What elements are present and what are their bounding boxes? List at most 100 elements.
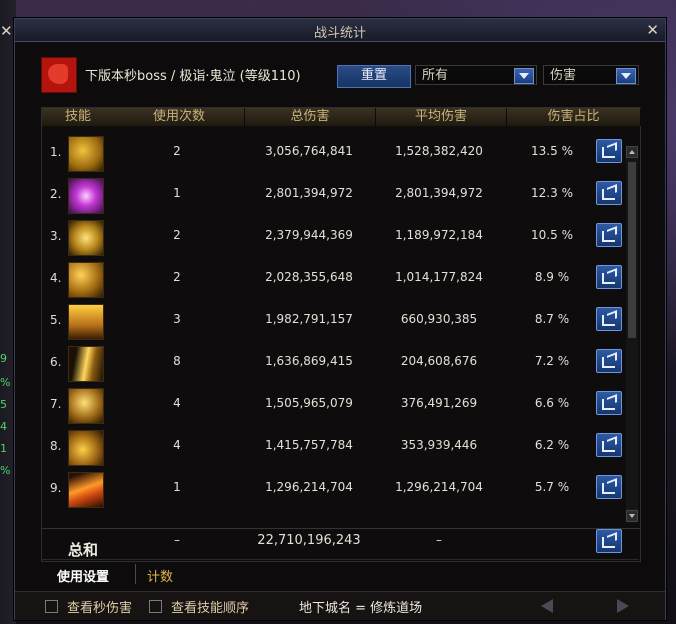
table-scrollbar[interactable] [626, 146, 638, 522]
close-icon[interactable]: ✕ [646, 21, 659, 39]
row-number: 6. [50, 355, 62, 369]
title-bar[interactable]: 战斗统计 ✕ [15, 19, 665, 42]
divider [135, 564, 136, 584]
uses-value: 4 [173, 438, 181, 452]
uses-value: 8 [173, 354, 181, 368]
share-icon[interactable] [596, 265, 622, 289]
avg-damage-value: 1,528,382,420 [395, 144, 483, 158]
metric-select[interactable]: 伤害 [543, 65, 639, 85]
avg-damage-value: 660,930,385 [400, 312, 478, 326]
damage-share-value: 8.9 % [534, 270, 570, 284]
side-value: % [0, 464, 11, 477]
total-damage-value: 1,415,757,784 [265, 438, 353, 452]
skill-icon [68, 262, 104, 298]
share-icon[interactable] [596, 139, 622, 163]
dungeon-name: 地下城名 = 修炼道场 [299, 601, 423, 616]
avg-damage-value: 2,801,394,972 [395, 186, 483, 200]
share-icon[interactable] [596, 223, 622, 247]
checkbox-dps-label[interactable]: 查看秒伤害 [67, 597, 132, 616]
uses-value: 2 [173, 228, 181, 242]
total-damage-value: 2,379,944,369 [265, 228, 353, 242]
total-damage-value: 3,056,764,841 [265, 144, 353, 158]
uses-value: 4 [173, 396, 181, 410]
table-row: 4. 2 2,028,355,648 1,014,177,824 8.9 % [42, 257, 634, 299]
total-label: 总和 [68, 541, 99, 559]
row-number: 2. [50, 187, 62, 201]
damage-share-value: 12.3 % [531, 186, 573, 200]
share-icon[interactable] [596, 391, 622, 415]
header-total-damage[interactable]: 总伤害 [245, 108, 376, 126]
damage-share-value: 6.2 % [534, 438, 570, 452]
chevron-down-icon[interactable] [616, 68, 636, 84]
table-row: 6. 8 1,636,869,415 204,608,676 7.2 % [42, 341, 634, 383]
damage-share-value: 13.5 % [531, 144, 573, 158]
total-damage-value: 1,505,965,079 [265, 396, 353, 410]
row-number: 9. [50, 481, 62, 495]
side-value: 9 [0, 352, 7, 365]
window-title: 战斗统计 [313, 26, 366, 41]
skill-icon [68, 430, 104, 466]
uses-value: 1 [173, 480, 181, 494]
skill-icon [68, 304, 104, 340]
avg-damage-value: 204,608,676 [400, 354, 478, 368]
side-value: 4 [0, 420, 7, 433]
table-row: 5. 3 1,982,791,157 660,930,385 8.7 % [42, 299, 634, 341]
share-icon[interactable] [596, 307, 622, 331]
total-damage-value: 2,028,355,648 [265, 270, 353, 284]
skill-icon [68, 346, 104, 382]
scroll-down-icon[interactable] [626, 510, 638, 522]
bottom-tabs: 使用设置 计数 [41, 559, 639, 588]
share-icon[interactable] [596, 181, 622, 205]
share-icon[interactable] [596, 529, 622, 553]
row-number: 3. [50, 229, 62, 243]
close-icon[interactable]: ✕ [0, 22, 13, 40]
total-avg-value: – [436, 533, 442, 547]
reset-button[interactable]: 重置 [337, 65, 411, 88]
total-uses-value: – [174, 533, 180, 547]
header-skill[interactable]: 技能 [42, 108, 115, 126]
row-number: 7. [50, 397, 62, 411]
table-row: 7. 4 1,505,965,079 376,491,269 6.6 % [42, 383, 634, 425]
damage-share-value: 10.5 % [531, 228, 573, 242]
uses-value: 2 [173, 144, 181, 158]
side-value: 5 [0, 398, 7, 411]
uses-value: 3 [173, 312, 181, 326]
arrow-left-icon[interactable] [541, 599, 553, 613]
avg-damage-value: 376,491,269 [400, 396, 478, 410]
arrow-right-icon[interactable] [617, 599, 629, 613]
checkbox-dps[interactable] [45, 600, 58, 613]
table-row: 9. 1 1,296,214,704 1,296,214,704 5.7 % [42, 467, 634, 509]
combat-stats-window: 战斗统计 ✕ 下版本秒boss / 极诣·鬼泣 (等级110) 重置 所有 伤害… [14, 18, 666, 620]
total-damage-value: 1,982,791,157 [265, 312, 353, 326]
filter-select[interactable]: 所有 [415, 65, 537, 85]
side-value: 1 [0, 442, 7, 455]
filter-select-value: 所有 [422, 68, 449, 83]
checkbox-skill-order[interactable] [149, 600, 162, 613]
share-icon[interactable] [596, 349, 622, 373]
damage-share-value: 5.7 % [534, 480, 570, 494]
skill-icon [68, 388, 104, 424]
tab-count[interactable]: 计数 [147, 566, 173, 585]
checkbox-skill-order-label[interactable]: 查看技能顺序 [171, 597, 249, 616]
skill-icon [68, 472, 104, 508]
table-row: 8. 4 1,415,757,784 353,939,446 6.2 % [42, 425, 634, 467]
share-icon[interactable] [596, 433, 622, 457]
grand-total-damage-value: 22,710,196,243 [257, 533, 361, 548]
side-value: % [0, 376, 11, 389]
tab-usage-settings[interactable]: 使用设置 [57, 566, 109, 585]
skill-icon [68, 220, 104, 256]
damage-share-value: 6.6 % [534, 396, 570, 410]
header-uses[interactable]: 使用次数 [114, 108, 245, 126]
divider [42, 528, 640, 529]
scroll-up-icon[interactable] [626, 146, 638, 158]
scroll-thumb[interactable] [628, 162, 636, 338]
header-damage-share[interactable]: 伤害占比 [507, 108, 641, 126]
total-damage-value: 1,296,214,704 [265, 480, 353, 494]
share-icon[interactable] [596, 475, 622, 499]
row-number: 1. [50, 145, 62, 159]
header-avg-damage[interactable]: 平均伤害 [376, 108, 507, 126]
chevron-down-icon[interactable] [514, 68, 534, 84]
damage-table: 技能 使用次数 总伤害 平均伤害 伤害占比 1. 2 3,056,764,841… [41, 107, 641, 562]
table-header: 技能 使用次数 总伤害 平均伤害 伤害占比 [42, 108, 641, 126]
damage-share-value: 7.2 % [534, 354, 570, 368]
